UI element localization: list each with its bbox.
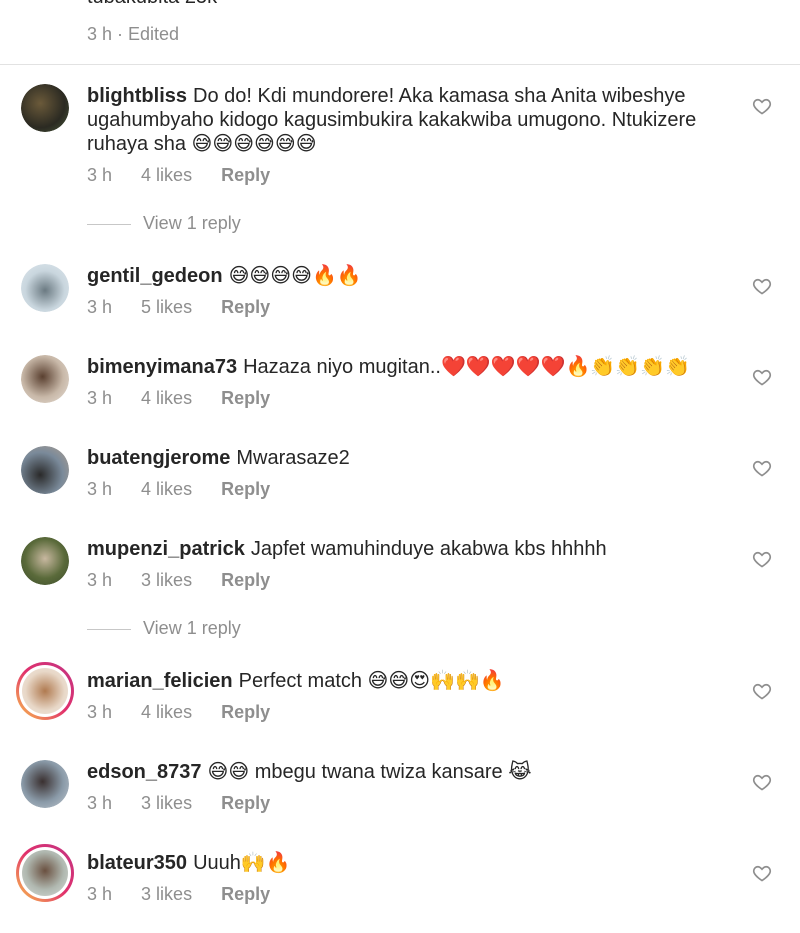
reply-button[interactable]: Reply (221, 570, 270, 590)
comment-time: 3 h (87, 884, 113, 904)
comment-username[interactable]: gentil_gedeon (87, 265, 223, 287)
avatar[interactable] (21, 446, 69, 494)
comment-likes[interactable]: 3 likes (141, 884, 192, 904)
comment-text: Perfect match 😅😅😍🙌🙌🔥 (238, 670, 505, 692)
view-replies-label[interactable]: View 1 reply (143, 213, 241, 233)
comment-body: bimenyimana73 Hazaza niyo mugitan..❤️❤️❤️… (87, 355, 737, 379)
comment-username[interactable]: blightbliss (87, 85, 187, 107)
comment-meta: 3 h 4 likes Reply (87, 165, 294, 186)
comment-time: 3 h (87, 479, 113, 499)
comment-time: 3 h (87, 793, 113, 813)
comment-text: 😅😅😅😅🔥🔥 (228, 265, 362, 287)
comment-text: Japfet wamuhinduye akabwa kbs hhhhh (250, 538, 607, 560)
comment-likes[interactable]: 4 likes (141, 702, 192, 722)
comment-body: buatengjerome Mwarasaze2 (87, 446, 737, 470)
comment-username[interactable]: bimenyimana73 (87, 356, 237, 378)
reply-button[interactable]: Reply (221, 479, 270, 499)
comment-body: blightbliss Do do! Kdi mundorere! Aka kam… (87, 84, 737, 156)
like-heart-icon[interactable] (752, 863, 772, 883)
like-heart-icon[interactable] (752, 681, 772, 701)
comment-likes[interactable]: 3 likes (141, 793, 192, 813)
comment-time: 3 h (87, 570, 113, 590)
comment-body: gentil_gedeon 😅😅😅😅🔥🔥 (87, 264, 737, 288)
comment-body: edson_8737 😅😅 mbegu twana twiza kansare 😹 (87, 760, 737, 784)
thread-line (87, 223, 131, 225)
avatar[interactable] (21, 355, 69, 403)
thread-line (87, 628, 131, 630)
comment-likes[interactable]: 4 likes (141, 479, 192, 499)
comment-meta: 3 h 4 likes Reply (87, 388, 294, 409)
reply-button[interactable]: Reply (221, 388, 270, 408)
like-heart-icon[interactable] (752, 276, 772, 296)
comment-likes[interactable]: 5 likes (141, 297, 192, 317)
view-replies-label[interactable]: View 1 reply (143, 618, 241, 638)
comment-likes[interactable]: 4 likes (141, 388, 192, 408)
comment-meta: 3 h 3 likes Reply (87, 793, 294, 814)
previous-comment: tubakubita 25k 3 h · Edited (0, 0, 800, 65)
reply-button[interactable]: Reply (221, 884, 270, 904)
comment-text: Mwarasaze2 (236, 447, 350, 469)
comment-text: Uuuh🙌🔥 (193, 852, 291, 874)
comment-likes[interactable]: 4 likes (141, 165, 192, 185)
view-replies-button[interactable]: View 1 reply (87, 618, 241, 639)
comment-text: Hazaza niyo mugitan..❤️❤️❤️❤️❤️🔥👏👏👏👏 (243, 356, 690, 378)
like-heart-icon[interactable] (752, 367, 772, 387)
avatar-with-story-ring[interactable] (16, 662, 74, 720)
comment-time: 3 h (87, 388, 113, 408)
comment-body: mupenzi_patrick Japfet wamuhinduye akabwa… (87, 537, 737, 561)
avatar[interactable] (21, 537, 69, 585)
reply-button[interactable]: Reply (221, 793, 270, 813)
comment-time: 3 h (87, 297, 113, 317)
like-heart-icon[interactable] (752, 96, 772, 116)
comment-username[interactable]: edson_8737 (87, 761, 202, 783)
comment-username[interactable]: blateur350 (87, 852, 187, 874)
avatar[interactable] (21, 264, 69, 312)
reply-button[interactable]: Reply (221, 297, 270, 317)
view-replies-button[interactable]: View 1 reply (87, 213, 241, 234)
reply-button[interactable]: Reply (221, 165, 270, 185)
like-heart-icon[interactable] (752, 458, 772, 478)
comment-time: 3 h (87, 702, 113, 722)
like-heart-icon[interactable] (752, 549, 772, 569)
comment-meta: 3 h 4 likes Reply (87, 702, 294, 723)
avatar-with-story-ring[interactable] (16, 844, 74, 902)
avatar[interactable] (21, 84, 69, 132)
comment-meta: 3 h 3 likes Reply (87, 884, 294, 905)
reply-button[interactable]: Reply (221, 702, 270, 722)
like-heart-icon[interactable] (752, 772, 772, 792)
comment-meta: 3 h 3 likes Reply (87, 570, 294, 591)
comment-username[interactable]: mupenzi_patrick (87, 538, 245, 560)
comment-meta: 3 h 4 likes Reply (87, 479, 294, 500)
comment-meta: 3 h 5 likes Reply (87, 297, 294, 318)
avatar[interactable] (21, 760, 69, 808)
comment-likes[interactable]: 3 likes (141, 570, 192, 590)
comment-time: 3 h (87, 165, 113, 185)
comment-body: blateur350 Uuuh🙌🔥 (87, 851, 737, 875)
comment-username[interactable]: buatengjerome (87, 447, 230, 469)
previous-comment-text: tubakubita 25k (87, 0, 217, 9)
previous-comment-meta: 3 h · Edited (87, 24, 180, 44)
comment-body: marian_felicien Perfect match 😅😅😍🙌🙌🔥 (87, 669, 737, 693)
comment-text: 😅😅 mbegu twana twiza kansare 😹 (207, 761, 532, 783)
comment-username[interactable]: marian_felicien (87, 670, 233, 692)
